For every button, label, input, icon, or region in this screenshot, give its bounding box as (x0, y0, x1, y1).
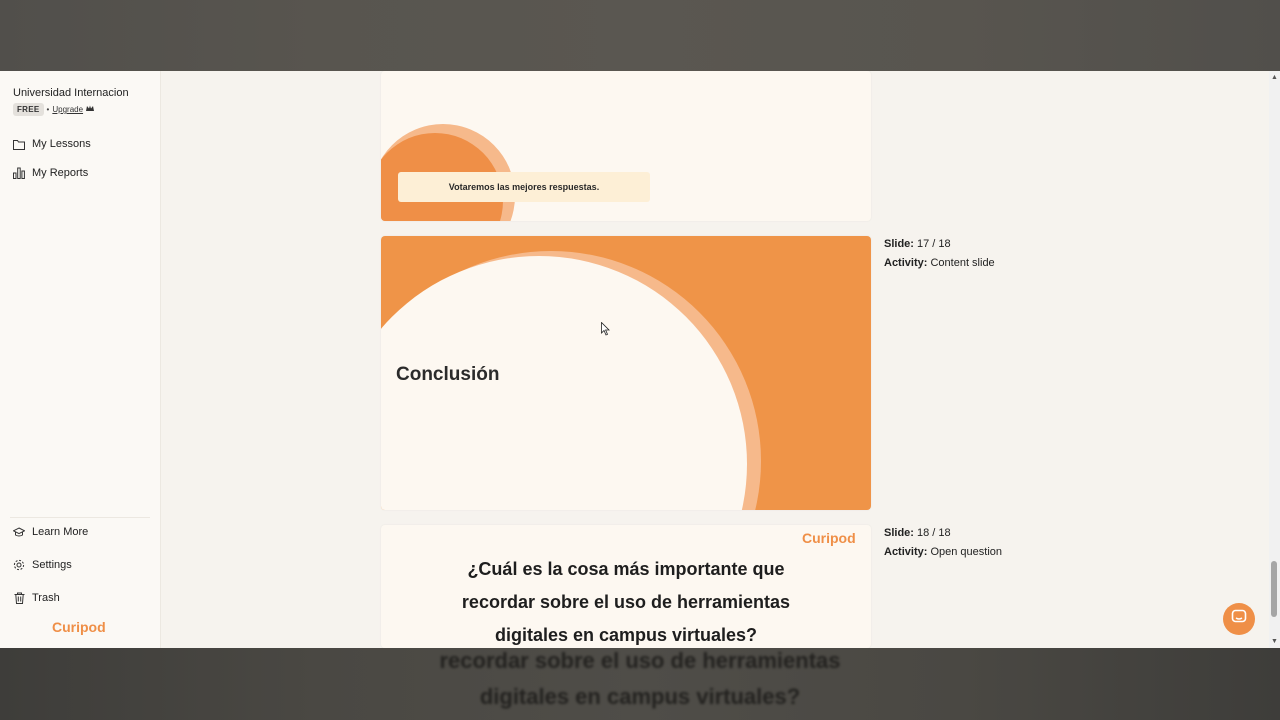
background-ghost-line-2: digitales en campus virtuales? (479, 684, 801, 709)
app-window: Universidad Internacion FREE • Upgrade M… (0, 71, 1280, 648)
bar-chart-icon (13, 167, 25, 179)
sidebar-item-label: My Lessons (32, 138, 91, 150)
main-content: Votaremos las mejores respuestas. Conclu… (161, 71, 1269, 648)
sidebar-item-learn-more[interactable]: Learn More (13, 526, 88, 538)
sidebar-item-settings[interactable]: Settings (13, 559, 72, 571)
plan-separator: • (46, 105, 50, 114)
slide-meta-17: Slide: 17 / 18 Activity: Content slide (884, 235, 995, 273)
slide-card-17[interactable]: Conclusión (381, 236, 871, 510)
chat-button[interactable] (1223, 603, 1255, 635)
organization-name: Universidad Internacion (13, 87, 129, 99)
sidebar-item-label: Trash (32, 592, 60, 604)
activity-value: Open question (930, 546, 1003, 558)
sidebar-item-my-lessons[interactable]: My Lessons (13, 138, 91, 150)
scroll-up-icon[interactable]: ▲ (1271, 74, 1278, 81)
slide-meta-18: Slide: 18 / 18 Activity: Open question (884, 524, 1002, 562)
activity-label: Activity: (884, 546, 928, 558)
curipod-logo: Curipod (802, 530, 856, 546)
slide-number-value: 17 / 18 (917, 238, 951, 250)
background-top (0, 0, 1280, 71)
sidebar-item-label: Learn More (32, 526, 89, 538)
plan-row: FREE • Upgrade (13, 103, 95, 116)
mouse-cursor-icon (601, 322, 610, 336)
slide-number-value: 18 / 18 (917, 527, 951, 539)
scrollbar[interactable]: ▲ ▼ (1269, 71, 1280, 648)
slide-number-label: Slide: (884, 527, 914, 539)
crown-icon (86, 105, 95, 114)
trash-icon (13, 592, 25, 604)
activity-label: Activity: (884, 257, 928, 269)
scrollbar-thumb[interactable] (1271, 561, 1277, 617)
slide-title: Conclusión (396, 364, 500, 385)
sidebar-item-label: My Reports (32, 167, 89, 179)
gear-icon (13, 559, 25, 571)
slide-banner: Votaremos las mejores respuestas. (398, 172, 650, 202)
slide-question: ¿Cuál es la cosa más importante que reco… (461, 559, 791, 645)
sidebar-item-my-reports[interactable]: My Reports (13, 167, 88, 179)
sidebar-item-label: Settings (32, 559, 72, 571)
upgrade-link[interactable]: Upgrade (52, 105, 83, 114)
sidebar: Universidad Internacion FREE • Upgrade M… (0, 71, 161, 648)
background-ghost-line-1: recordar sobre el uso de herramientas (439, 648, 841, 673)
slide-card-16[interactable]: Votaremos las mejores respuestas. (381, 71, 871, 221)
slide-number-label: Slide: (884, 238, 914, 250)
scroll-down-icon[interactable]: ▼ (1271, 638, 1278, 645)
slide-card-18[interactable]: Curipod ¿Cuál es la cosa más importante … (381, 525, 871, 648)
chat-bubble-icon (1231, 609, 1247, 630)
folder-icon (13, 138, 25, 150)
activity-value: Content slide (930, 257, 995, 269)
sidebar-divider (10, 517, 150, 518)
plan-badge: FREE (13, 103, 44, 116)
sidebar-item-trash[interactable]: Trash (13, 592, 60, 604)
graduation-cap-icon (13, 526, 25, 538)
curipod-logo[interactable]: Curipod (52, 619, 106, 635)
background-bottom: recordar sobre el uso de herramientas di… (0, 648, 1280, 720)
